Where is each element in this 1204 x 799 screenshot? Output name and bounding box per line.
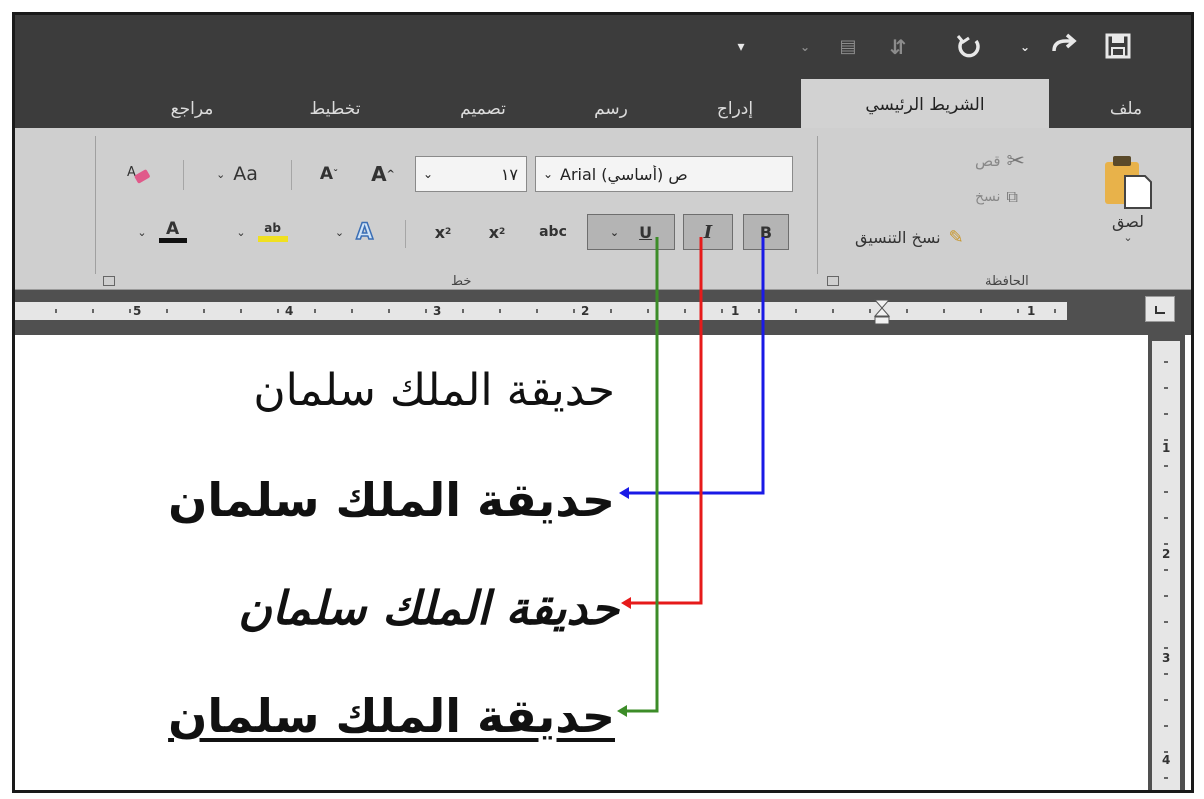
underline-arrowhead-icon [617,705,627,717]
italic-arrow [629,237,703,605]
underline-arrow [625,237,659,713]
bold-arrow [627,237,765,495]
annotation-arrows [617,237,765,717]
word-window: ⌄ ⇵ ▤ ⌄ ▾ ملف الشريط الرئيسي إدراج رسم ت… [12,12,1194,793]
italic-arrowhead-icon [621,597,631,609]
bold-arrowhead-icon [619,487,629,499]
